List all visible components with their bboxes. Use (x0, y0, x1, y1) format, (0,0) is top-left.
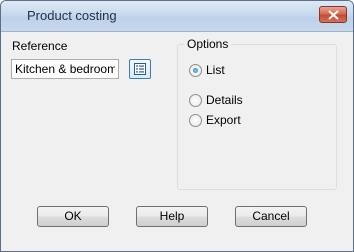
radio-export-indicator[interactable] (189, 113, 202, 127)
list-icon (134, 63, 146, 75)
window-title: Product costing (27, 8, 117, 23)
title-bar[interactable]: Product costing (1, 1, 353, 32)
reference-label: Reference (12, 39, 68, 53)
radio-details-indicator[interactable] (189, 93, 202, 107)
radio-list-label: List (206, 63, 225, 77)
radio-details[interactable]: Details (189, 93, 243, 107)
radio-export[interactable]: Export (189, 113, 241, 127)
close-icon (328, 10, 339, 20)
close-button[interactable] (319, 6, 347, 23)
options-label: Options (184, 37, 232, 51)
radio-list-indicator[interactable] (189, 63, 202, 77)
cancel-button[interactable]: Cancel (235, 206, 307, 227)
radio-export-label: Export (206, 113, 241, 127)
reference-input[interactable] (11, 59, 119, 79)
ok-button[interactable]: OK (37, 206, 109, 227)
browse-reference-button[interactable] (129, 59, 151, 79)
help-button[interactable]: Help (136, 206, 208, 227)
dialog-window: Product costing Reference Options List D… (0, 0, 354, 252)
radio-details-label: Details (206, 93, 243, 107)
radio-list[interactable]: List (189, 63, 225, 77)
